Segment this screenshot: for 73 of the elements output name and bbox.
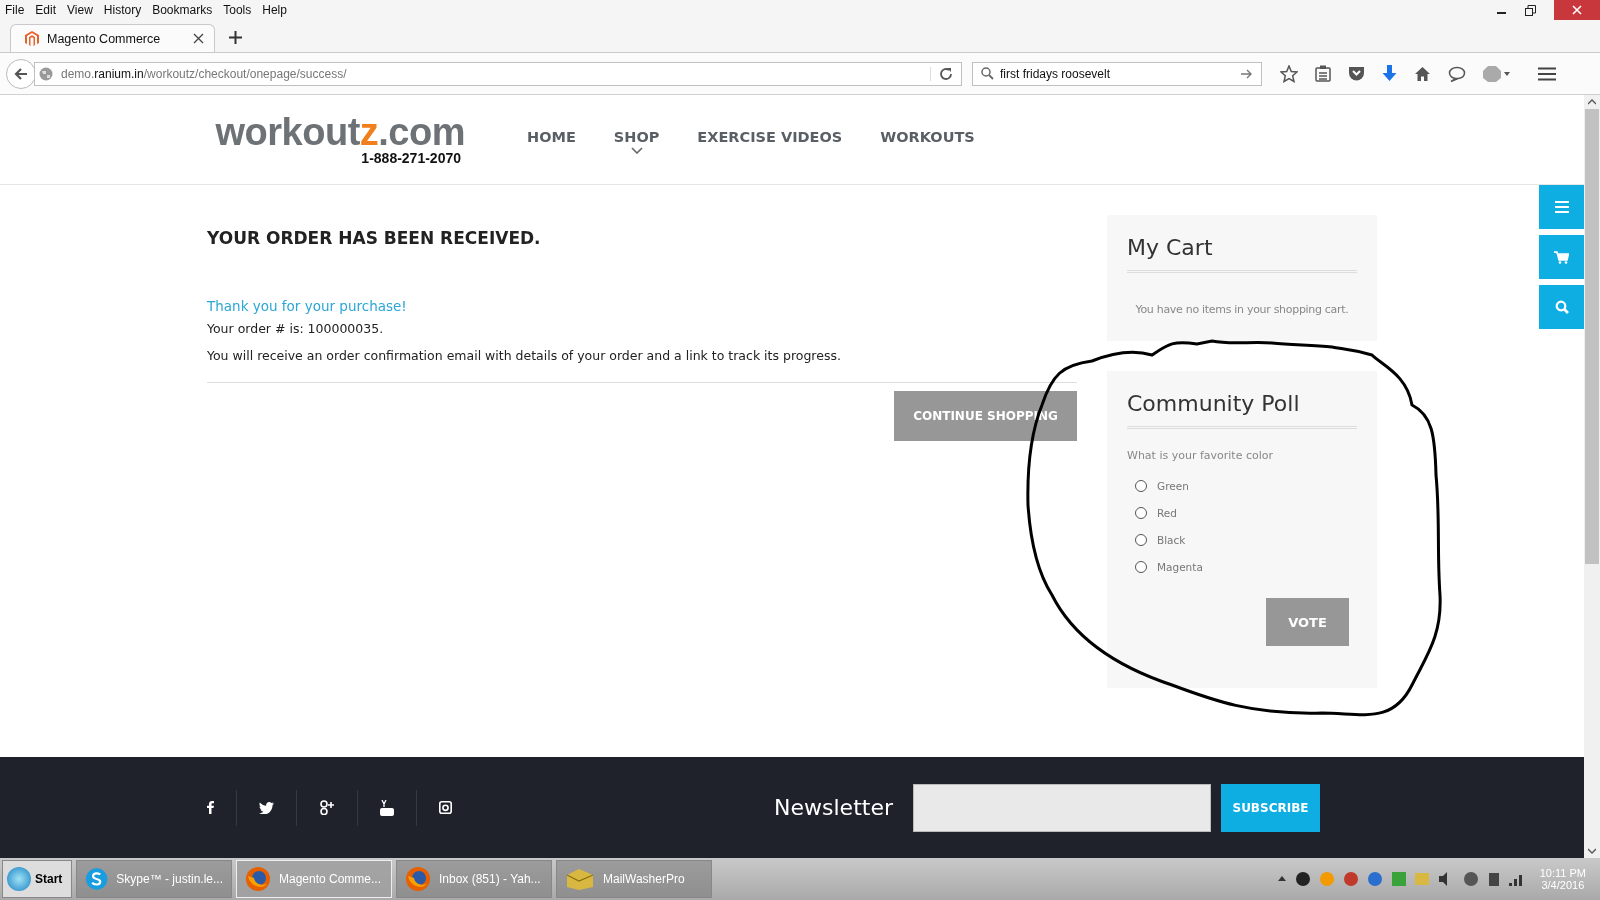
star-icon[interactable] bbox=[1280, 64, 1298, 83]
phone-number: 1-888-271-2070 bbox=[361, 149, 461, 166]
firefox-logo-icon bbox=[405, 866, 431, 892]
home-icon[interactable] bbox=[1414, 65, 1431, 82]
email-field[interactable] bbox=[913, 783, 1211, 832]
back-button[interactable] bbox=[6, 58, 36, 89]
scroll-down-icon[interactable] bbox=[1588, 848, 1596, 854]
nav-link[interactable]: WORKOUTS bbox=[880, 129, 975, 145]
close-icon bbox=[1572, 5, 1582, 15]
radio-button[interactable] bbox=[1135, 479, 1147, 492]
search-button[interactable] bbox=[1539, 285, 1584, 329]
reading-list-icon[interactable] bbox=[1315, 65, 1331, 82]
close-icon[interactable] bbox=[193, 33, 204, 44]
scroll-up-icon[interactable] bbox=[1588, 99, 1596, 105]
menu-item[interactable]: File bbox=[5, 3, 25, 17]
menu-item[interactable]: History bbox=[103, 3, 142, 17]
search-icon bbox=[1554, 300, 1569, 314]
search-icon bbox=[981, 67, 994, 80]
nav-link[interactable]: SHOP bbox=[613, 129, 660, 154]
cart-title: My Cart bbox=[1127, 235, 1357, 273]
google-plus-icon[interactable] bbox=[319, 800, 335, 815]
order-number-text: Your order # is: 100000035. bbox=[207, 321, 385, 336]
poll-title: Community Poll bbox=[1127, 391, 1357, 429]
nav-link[interactable]: HOME bbox=[527, 129, 576, 145]
menu-item[interactable]: Edit bbox=[35, 3, 57, 17]
radio-button[interactable] bbox=[1135, 506, 1147, 519]
menu-item[interactable]: Bookmarks bbox=[152, 3, 213, 17]
firefox-logo-icon bbox=[245, 866, 271, 892]
menu-icon[interactable] bbox=[1538, 66, 1556, 81]
empty-cart-text: You have no items in your shopping cart. bbox=[1134, 303, 1350, 316]
menu-item[interactable]: View bbox=[67, 3, 93, 17]
bird-icon[interactable] bbox=[259, 801, 274, 814]
address-field[interactable]: demo.ranium.in/workoutz/checkout/onepage/success/ bbox=[34, 61, 962, 86]
radio-button[interactable] bbox=[1135, 560, 1147, 573]
envelope-icon bbox=[565, 867, 595, 891]
option-label[interactable]: Magenta bbox=[1157, 560, 1203, 573]
browser-tab[interactable]: Magento Commerce bbox=[10, 24, 215, 52]
site-logo[interactable]: workoutz.com bbox=[215, 113, 465, 150]
speech-bubble-icon[interactable] bbox=[1448, 65, 1466, 82]
thank-you-text: Thank you for your purchase! bbox=[207, 298, 408, 314]
video-icon[interactable] bbox=[380, 799, 394, 816]
option-label[interactable]: Green bbox=[1157, 479, 1189, 492]
reload-icon[interactable] bbox=[930, 66, 953, 81]
download-icon[interactable] bbox=[1382, 65, 1397, 82]
menu-item[interactable]: Tools bbox=[223, 3, 252, 17]
nav-link[interactable]: EXERCISE VIDEOS bbox=[697, 129, 843, 145]
restore-icon[interactable] bbox=[1525, 4, 1536, 16]
start-button[interactable]: Start bbox=[2, 860, 72, 898]
order-heading: YOUR ORDER HAS BEEN RECEIVED. bbox=[207, 228, 542, 248]
globe-icon bbox=[39, 66, 53, 81]
poll-question: What is your favorite color bbox=[1127, 449, 1274, 462]
m-logo-icon bbox=[25, 31, 39, 46]
facebook-icon[interactable] bbox=[207, 801, 214, 814]
cart-icon bbox=[1554, 250, 1569, 264]
radio-button[interactable] bbox=[1135, 533, 1147, 546]
skype-logo-icon bbox=[85, 866, 109, 892]
newsletter-label: Newsletter bbox=[774, 795, 893, 820]
camera-icon[interactable] bbox=[439, 801, 452, 814]
cart-button[interactable] bbox=[1539, 235, 1584, 279]
option-label[interactable]: Black bbox=[1157, 533, 1186, 546]
menu-item[interactable]: Help bbox=[262, 3, 287, 17]
close-window-button[interactable] bbox=[1554, 0, 1600, 20]
scrollbar[interactable] bbox=[1584, 95, 1600, 858]
arrow-right-icon[interactable] bbox=[1241, 68, 1253, 79]
search-field[interactable]: first fridays roosevelt bbox=[972, 61, 1262, 86]
plus-icon[interactable] bbox=[229, 31, 242, 44]
windows-orb-icon bbox=[7, 867, 31, 891]
menu-icon bbox=[1554, 201, 1569, 213]
option-label[interactable]: Red bbox=[1157, 506, 1177, 519]
confirmation-note: You will receive an order confirmation email with details of your order and a link to track its progress. bbox=[207, 348, 842, 363]
arrow-left-icon bbox=[14, 66, 28, 81]
chevron-down-icon bbox=[630, 147, 643, 154]
menu-button[interactable] bbox=[1539, 185, 1584, 229]
